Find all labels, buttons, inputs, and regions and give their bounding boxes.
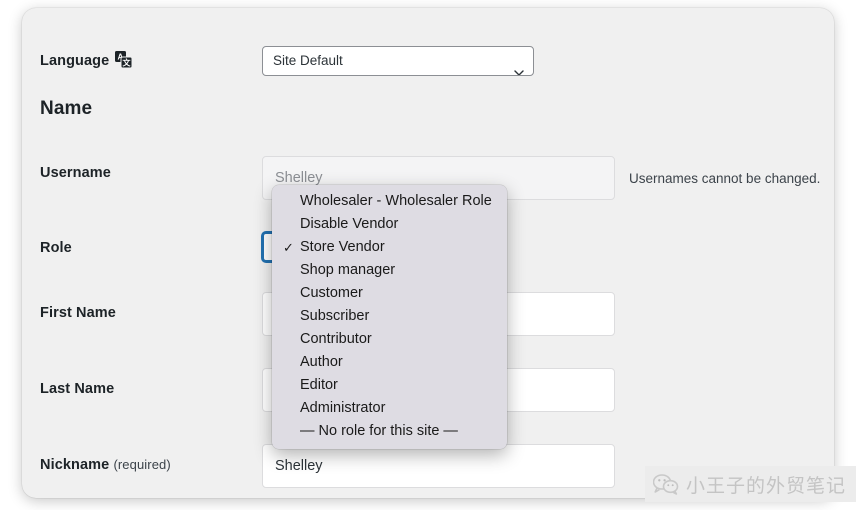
language-label-text: Language xyxy=(40,53,110,69)
section-heading-name: Name xyxy=(40,98,93,119)
role-menu-item[interactable]: Wholesaler - Wholesaler Role xyxy=(272,190,507,213)
language-select-value: Site Default xyxy=(273,53,343,68)
check-icon: ✓ xyxy=(283,240,294,255)
role-menu-item-label: Subscriber xyxy=(300,308,370,324)
username-value: Shelley xyxy=(275,170,323,186)
role-menu-item[interactable]: Disable Vendor xyxy=(272,213,507,236)
role-label: Role xyxy=(40,240,72,256)
language-label: Language A 文 xyxy=(40,51,133,69)
role-menu-item-label: Administrator xyxy=(300,400,386,416)
nickname-input[interactable]: Shelley xyxy=(262,444,615,488)
username-hint: Usernames cannot be changed. xyxy=(629,171,821,186)
nickname-required-note: (required) xyxy=(113,457,171,472)
username-label: Username xyxy=(40,165,111,181)
role-menu-item[interactable]: — No role for this site — xyxy=(272,420,507,443)
nickname-label-text: Nickname xyxy=(40,457,110,473)
nickname-label: Nickname (required) xyxy=(40,457,171,473)
role-menu-item-label: Customer xyxy=(300,285,363,301)
language-select[interactable]: Site Default xyxy=(262,46,534,76)
wechat-icon xyxy=(652,473,679,495)
role-menu-item[interactable]: Editor xyxy=(272,374,507,397)
role-menu-item[interactable]: Author xyxy=(272,351,507,374)
translate-icon: A文 xyxy=(115,51,133,69)
role-menu-item-label: Editor xyxy=(300,377,338,393)
wechat-watermark-text: 小王子的外贸笔记 xyxy=(685,474,846,497)
first-name-label: First Name xyxy=(40,305,116,321)
role-menu-item[interactable]: ✓ Store Vendor xyxy=(272,236,507,259)
role-menu-item-label: Contributor xyxy=(300,331,372,347)
role-menu-item-label: Store Vendor xyxy=(300,239,385,255)
role-menu-item[interactable]: Administrator xyxy=(272,397,507,420)
role-menu-item[interactable]: Customer xyxy=(272,282,507,305)
chevron-down-icon xyxy=(514,58,524,75)
role-menu-item-label: Shop manager xyxy=(300,262,396,278)
nickname-value: Shelley xyxy=(275,458,323,474)
wechat-watermark: 小王子的外贸笔记 xyxy=(644,466,856,502)
role-dropdown-menu[interactable]: Wholesaler - Wholesaler Role Disable Vend… xyxy=(272,185,507,449)
screen: Language A 文 Site Default Name Username Sh… xyxy=(0,0,856,510)
last-name-label: Last Name xyxy=(40,381,115,397)
role-menu-item[interactable]: Subscriber xyxy=(272,305,507,328)
role-menu-item-label: Author xyxy=(300,354,343,370)
svg-text:文: 文 xyxy=(123,58,132,68)
role-menu-item-label: Wholesaler - Wholesaler Role xyxy=(300,193,492,209)
role-menu-item[interactable]: Contributor xyxy=(272,328,507,351)
role-menu-item-label: — No role for this site — xyxy=(300,423,458,439)
settings-window-panel: Language A 文 Site Default Name Username Sh… xyxy=(22,8,834,498)
role-menu-item[interactable]: Shop manager xyxy=(272,259,507,282)
role-menu-item-label: Disable Vendor xyxy=(300,216,399,232)
